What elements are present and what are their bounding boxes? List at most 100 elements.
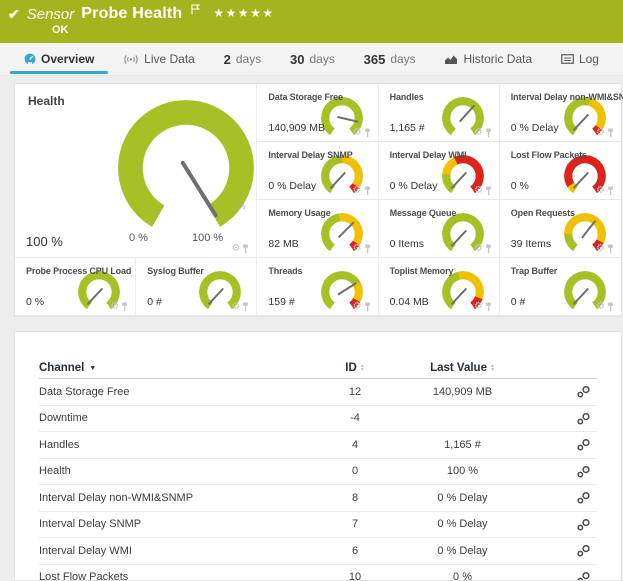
channel-settings-icon[interactable] (576, 412, 591, 425)
table-row-data-storage-free[interactable]: Data Storage Free 12 140,909 MB (39, 379, 597, 406)
channel-name: Health (39, 465, 71, 477)
gauge-card-open-requests[interactable]: Open Requests 39 Items ⚙ (500, 200, 621, 258)
health-gauge-dial (118, 100, 254, 236)
gauge-card-interval-delay-snmp[interactable]: Interval Delay SNMP 0 % Delay ⚙ (257, 142, 378, 200)
channel-last-value: 0 % Delay (437, 545, 487, 557)
gear-icon[interactable]: ⚙ (353, 128, 362, 138)
pin-icon[interactable] (242, 302, 249, 312)
gauge-card-toplist-memory[interactable]: Toplist Memory 0.04 MB ⚙ (379, 258, 500, 316)
gauge-card-health[interactable]: Health % 0 % 100 % 100 % ⚙ (15, 84, 257, 258)
gauge-card-probe-process-cpu-load[interactable]: Probe Process CPU Load 0 % ⚙ (15, 258, 136, 316)
gear-icon[interactable]: ⚙ (474, 128, 483, 138)
tab-365-days[interactable]: 365 days (364, 43, 416, 75)
log-icon (561, 54, 574, 64)
channel-settings-icon[interactable] (576, 385, 591, 398)
tab-historic-data[interactable]: Historic Data (444, 43, 532, 75)
channel-last-value: 100 % (447, 465, 478, 477)
channel-settings-icon[interactable] (576, 544, 591, 557)
pin-icon[interactable] (607, 128, 614, 138)
gauge-card-interval-delay-non-wmi-snmp[interactable]: Interval Delay non-WMI&SNMP 0 % Delay ⚙ (500, 84, 621, 142)
gear-icon[interactable]: ⚙ (353, 186, 362, 196)
gauge-title: Health (28, 94, 65, 108)
channel-settings-icon[interactable] (576, 518, 591, 531)
pin-icon[interactable] (485, 186, 492, 196)
gear-icon[interactable]: ⚙ (474, 302, 483, 312)
pin-icon[interactable] (607, 302, 614, 312)
column-header-id[interactable]: ID (345, 362, 357, 374)
sort-updown-icon[interactable]: ▲▼ (490, 364, 495, 372)
gear-icon[interactable]: ⚙ (110, 302, 119, 312)
gear-icon[interactable]: ⚙ (474, 244, 483, 254)
channel-last-value: 0 % Delay (437, 492, 487, 504)
gauge-card-handles[interactable]: Handles 1,165 # ⚙ (379, 84, 500, 142)
gear-icon[interactable]: ⚙ (596, 186, 605, 196)
channel-id: 10 (349, 571, 361, 581)
live-broadcast-icon (123, 54, 139, 65)
pin-icon[interactable] (121, 302, 128, 312)
gauge-card-memory-usage[interactable]: Memory Usage 82 MB ⚙ (257, 200, 378, 258)
gauge-card-lost-flow-packets[interactable]: Lost Flow Packets 0 % ⚙ (500, 142, 621, 200)
tab-label: Historic Data (463, 52, 532, 66)
column-header-last-value[interactable]: Last Value (430, 362, 487, 374)
gear-icon[interactable]: ⚙ (231, 244, 240, 254)
sort-caret-icon[interactable]: ▼ (89, 365, 96, 372)
table-row-interval-delay-snmp[interactable]: Interval Delay SNMP 7 0 % Delay (39, 512, 597, 539)
pin-icon[interactable] (364, 128, 371, 138)
tab-number: 365 (364, 52, 386, 67)
gauge-title: Syslog Buffer (147, 266, 204, 276)
table-row-health[interactable]: Health 0 100 % (39, 459, 597, 486)
pin-icon[interactable] (364, 244, 371, 254)
tab-30-days[interactable]: 30 days (290, 43, 335, 75)
pin-icon[interactable] (485, 244, 492, 254)
object-kind-label: Sensor (27, 6, 75, 23)
gauge-card-interval-delay-wmi[interactable]: Interval Delay WMI 0 % Delay ⚙ (379, 142, 500, 200)
priority-stars[interactable]: ★★★★★ (213, 6, 274, 20)
gear-icon[interactable]: ⚙ (353, 244, 362, 254)
gear-icon[interactable]: ⚙ (474, 186, 483, 196)
table-row-interval-delay-non-wmi-snmp[interactable]: Interval Delay non-WMI&SNMP 8 0 % Delay (39, 485, 597, 512)
pin-icon[interactable] (485, 302, 492, 312)
channel-id: 7 (352, 518, 358, 530)
table-row-handles[interactable]: Handles 4 1,165 # (39, 432, 597, 459)
gauge-scale-max: 100 % (192, 232, 223, 244)
gear-icon[interactable]: ⚙ (596, 128, 605, 138)
sort-updown-icon[interactable]: ▲▼ (360, 364, 365, 372)
table-row-downtime[interactable]: Downtime -4 (39, 406, 597, 433)
tab-2-days[interactable]: 2 days (224, 43, 262, 75)
gauge-card-data-storage-free[interactable]: Data Storage Free 140,909 MB ⚙ (257, 84, 378, 142)
channel-name: Interval Delay WMI (39, 545, 132, 557)
channel-table: Channel ▼ ID ▲▼ Last Value ▲▼ Data Stora… (14, 331, 622, 581)
pin-icon[interactable] (364, 186, 371, 196)
channel-id: -4 (350, 412, 360, 424)
gauge-card-threads[interactable]: Threads 159 # ⚙ (257, 258, 378, 316)
pin-icon[interactable] (364, 302, 371, 312)
gauge-title: Lost Flow Packets (511, 150, 587, 160)
gear-icon[interactable]: ⚙ (353, 302, 362, 312)
pin-icon[interactable] (607, 244, 614, 254)
tab-label: Log (579, 52, 599, 66)
tab-label: Overview (41, 52, 94, 66)
table-row-interval-delay-wmi[interactable]: Interval Delay WMI 6 0 % Delay (39, 538, 597, 565)
gear-icon[interactable]: ⚙ (596, 302, 605, 312)
tab-log[interactable]: Log (561, 43, 599, 75)
gauge-card-syslog-buffer[interactable]: Syslog Buffer 0 # ⚙ (136, 258, 257, 316)
gauge-card-message-queue[interactable]: Message Queue 0 Items ⚙ (379, 200, 500, 258)
channel-settings-icon[interactable] (576, 571, 591, 581)
gear-icon[interactable]: ⚙ (596, 244, 605, 254)
pin-icon[interactable] (242, 244, 249, 254)
channel-settings-icon[interactable] (576, 465, 591, 478)
gauge-value: 0 % (511, 180, 529, 192)
priority-flag-icon[interactable] (191, 2, 200, 20)
pin-icon[interactable] (485, 128, 492, 138)
channel-name: Interval Delay SNMP (39, 518, 141, 530)
pin-icon[interactable] (607, 186, 614, 196)
channel-name: Handles (39, 439, 79, 451)
gauge-card-trap-buffer[interactable]: Trap Buffer 0 # ⚙ (500, 258, 621, 316)
column-header-channel[interactable]: Channel (39, 362, 84, 374)
tab-overview[interactable]: Overview (24, 43, 94, 75)
gear-icon[interactable]: ⚙ (231, 302, 240, 312)
tab-live-data[interactable]: Live Data (123, 43, 195, 75)
channel-settings-icon[interactable] (576, 438, 591, 451)
channel-settings-icon[interactable] (576, 491, 591, 504)
tab-label: days (309, 52, 334, 66)
